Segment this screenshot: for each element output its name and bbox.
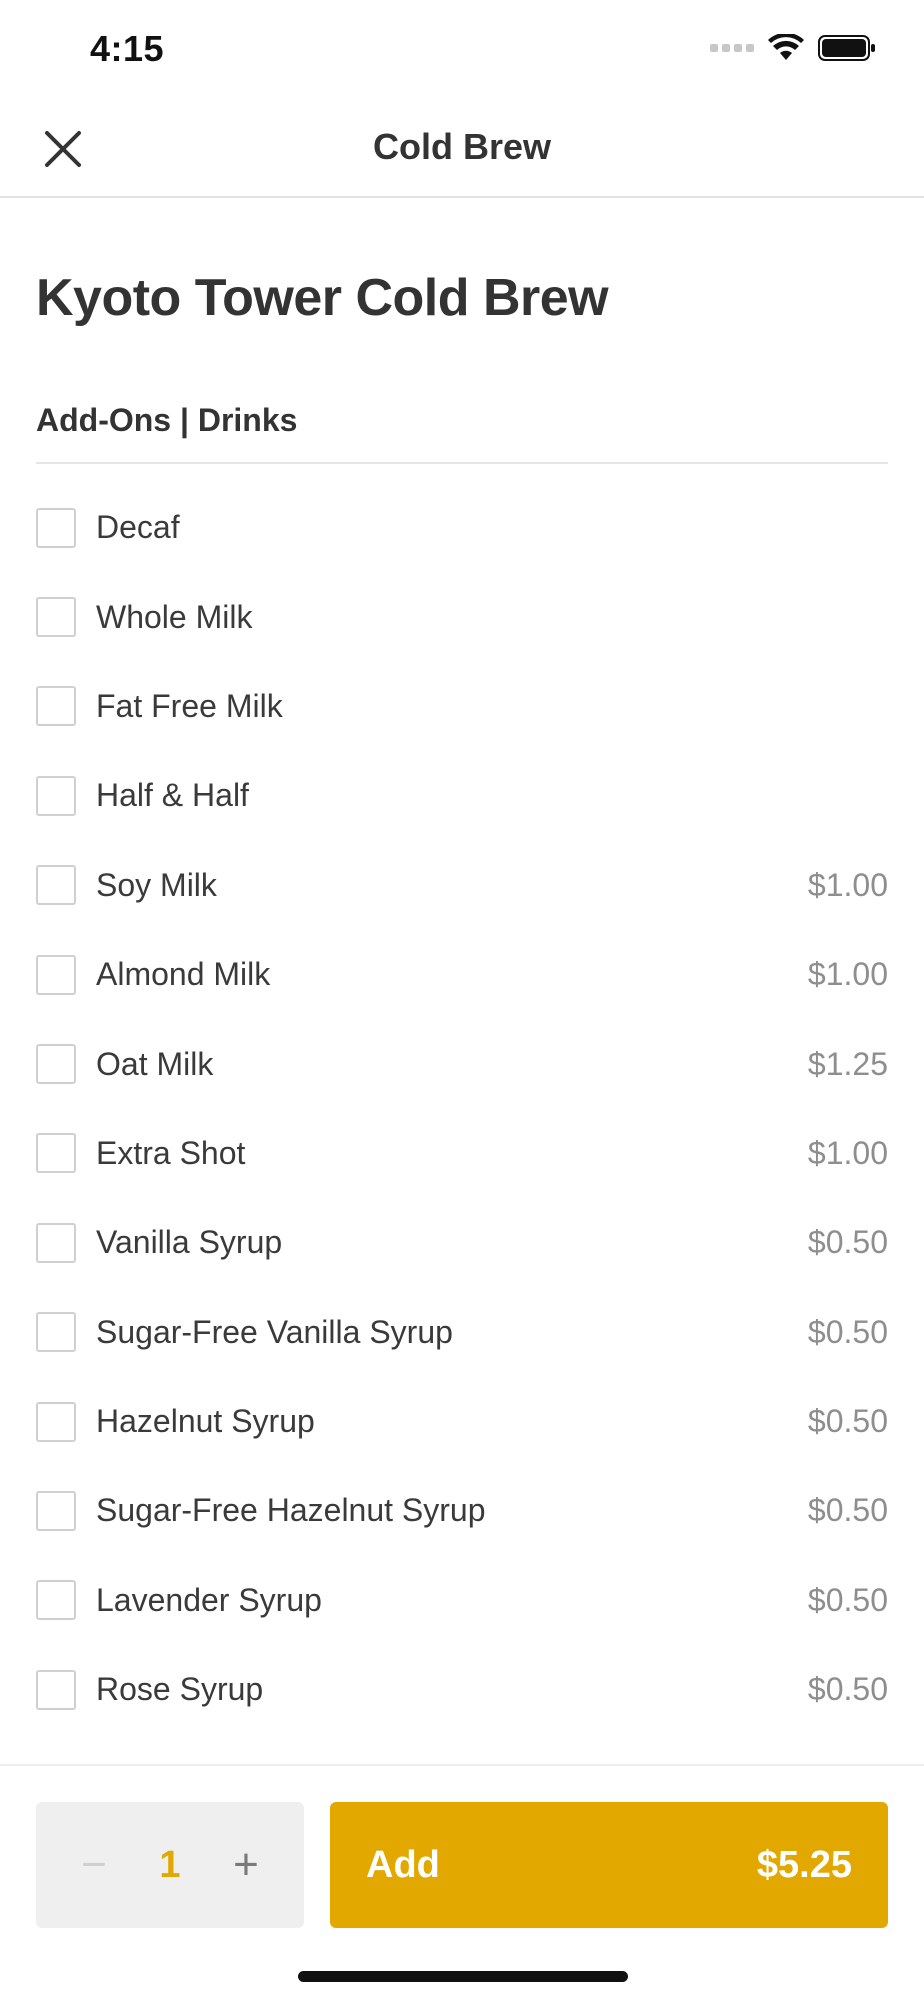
option-row[interactable]: Sugar-Free Vanilla Syrup $0.50 bbox=[36, 1288, 888, 1377]
option-price: $1.00 bbox=[807, 956, 888, 993]
option-label: Sugar-Free Vanilla Syrup bbox=[96, 1313, 453, 1350]
section-header: Add-Ons | Drinks bbox=[36, 402, 888, 464]
wifi-icon bbox=[768, 34, 804, 60]
option-price: $0.50 bbox=[807, 1671, 888, 1708]
option-checkbox[interactable] bbox=[36, 1222, 76, 1263]
options-list: Decaf Whole Milk Fat Free Milk Half & Half S… bbox=[36, 483, 888, 1765]
quantity-stepper: − 1 + bbox=[36, 1802, 304, 1928]
option-row[interactable]: Vanilla Syrup $0.50 bbox=[36, 1198, 888, 1287]
status-time: 4:15 bbox=[90, 28, 165, 69]
product-title: Kyoto Tower Cold Brew bbox=[36, 269, 609, 327]
option-checkbox[interactable] bbox=[36, 1133, 76, 1174]
option-label: Sugar-Free Hazelnut Syrup bbox=[96, 1492, 486, 1529]
option-label: Soy Milk bbox=[96, 866, 217, 903]
option-checkbox[interactable] bbox=[36, 507, 76, 548]
option-label: Hazelnut Syrup bbox=[96, 1403, 315, 1440]
nav-bar: Cold Brew bbox=[0, 100, 924, 198]
option-row[interactable]: Fat Free Milk bbox=[36, 662, 888, 751]
battery-icon bbox=[818, 35, 875, 61]
add-to-order-button[interactable]: Add $5.25 bbox=[330, 1802, 888, 1928]
add-label: Add bbox=[366, 1843, 440, 1886]
option-label: Extra Shot bbox=[96, 1134, 246, 1171]
option-checkbox[interactable] bbox=[36, 865, 76, 906]
option-price: $0.50 bbox=[807, 1581, 888, 1618]
option-row[interactable]: Almond Milk $1.00 bbox=[36, 930, 888, 1019]
option-label: Whole Milk bbox=[96, 598, 253, 635]
option-row[interactable]: Extra Shot $1.00 bbox=[36, 1109, 888, 1198]
option-checkbox[interactable] bbox=[36, 1312, 76, 1353]
option-label: Rose Syrup bbox=[96, 1671, 264, 1708]
option-checkbox[interactable] bbox=[36, 1044, 76, 1085]
option-price: $0.50 bbox=[807, 1224, 888, 1261]
option-price: $0.50 bbox=[807, 1403, 888, 1440]
decrement-button[interactable]: − bbox=[66, 1837, 122, 1893]
option-checkbox[interactable] bbox=[36, 1669, 76, 1710]
option-checkbox[interactable] bbox=[36, 1580, 76, 1621]
option-price: $1.00 bbox=[807, 866, 888, 903]
option-row[interactable]: Whole Milk bbox=[36, 572, 888, 661]
bottom-bar: − 1 + Add $5.25 bbox=[0, 1764, 924, 2000]
option-checkbox[interactable] bbox=[36, 597, 76, 638]
option-row[interactable]: Hazelnut Syrup $0.50 bbox=[36, 1377, 888, 1466]
option-row[interactable]: Lavender Syrup $0.50 bbox=[36, 1556, 888, 1645]
increment-button[interactable]: + bbox=[218, 1837, 274, 1893]
nav-title: Cold Brew bbox=[372, 126, 551, 167]
quantity-value: 1 bbox=[159, 1843, 181, 1886]
option-row[interactable]: Oat Milk $1.25 bbox=[36, 1019, 888, 1108]
option-label: Decaf bbox=[96, 509, 180, 546]
cellular-signal-icon bbox=[710, 44, 754, 52]
home-indicator bbox=[298, 1971, 628, 1982]
option-checkbox[interactable] bbox=[36, 686, 76, 727]
option-label: Almond Milk bbox=[96, 956, 271, 993]
total-price: $5.25 bbox=[756, 1843, 852, 1886]
option-checkbox[interactable] bbox=[36, 954, 76, 995]
option-row[interactable]: Soy Milk $1.00 bbox=[36, 841, 888, 930]
option-price: $1.25 bbox=[807, 1045, 888, 1082]
option-label: Lavender Syrup bbox=[96, 1581, 322, 1618]
option-row[interactable]: Rose Syrup $0.50 bbox=[36, 1645, 888, 1734]
option-label: Vanilla Syrup bbox=[96, 1224, 283, 1261]
option-row[interactable]: Decaf bbox=[36, 483, 888, 572]
option-label: Fat Free Milk bbox=[96, 687, 283, 724]
option-checkbox[interactable] bbox=[36, 775, 76, 816]
option-checkbox[interactable] bbox=[36, 1490, 76, 1531]
option-label: Oat Milk bbox=[96, 1045, 214, 1082]
option-price: $1.00 bbox=[807, 1134, 888, 1171]
option-row[interactable]: Sugar-Free Hazelnut Syrup $0.50 bbox=[36, 1466, 888, 1555]
status-bar: 4:15 bbox=[0, 0, 924, 100]
status-icons bbox=[710, 34, 876, 62]
option-row[interactable]: Half & Half bbox=[36, 751, 888, 840]
option-price: $0.50 bbox=[807, 1313, 888, 1350]
option-label: Half & Half bbox=[96, 777, 249, 814]
option-price: $0.50 bbox=[807, 1492, 888, 1529]
option-checkbox[interactable] bbox=[36, 1401, 76, 1442]
